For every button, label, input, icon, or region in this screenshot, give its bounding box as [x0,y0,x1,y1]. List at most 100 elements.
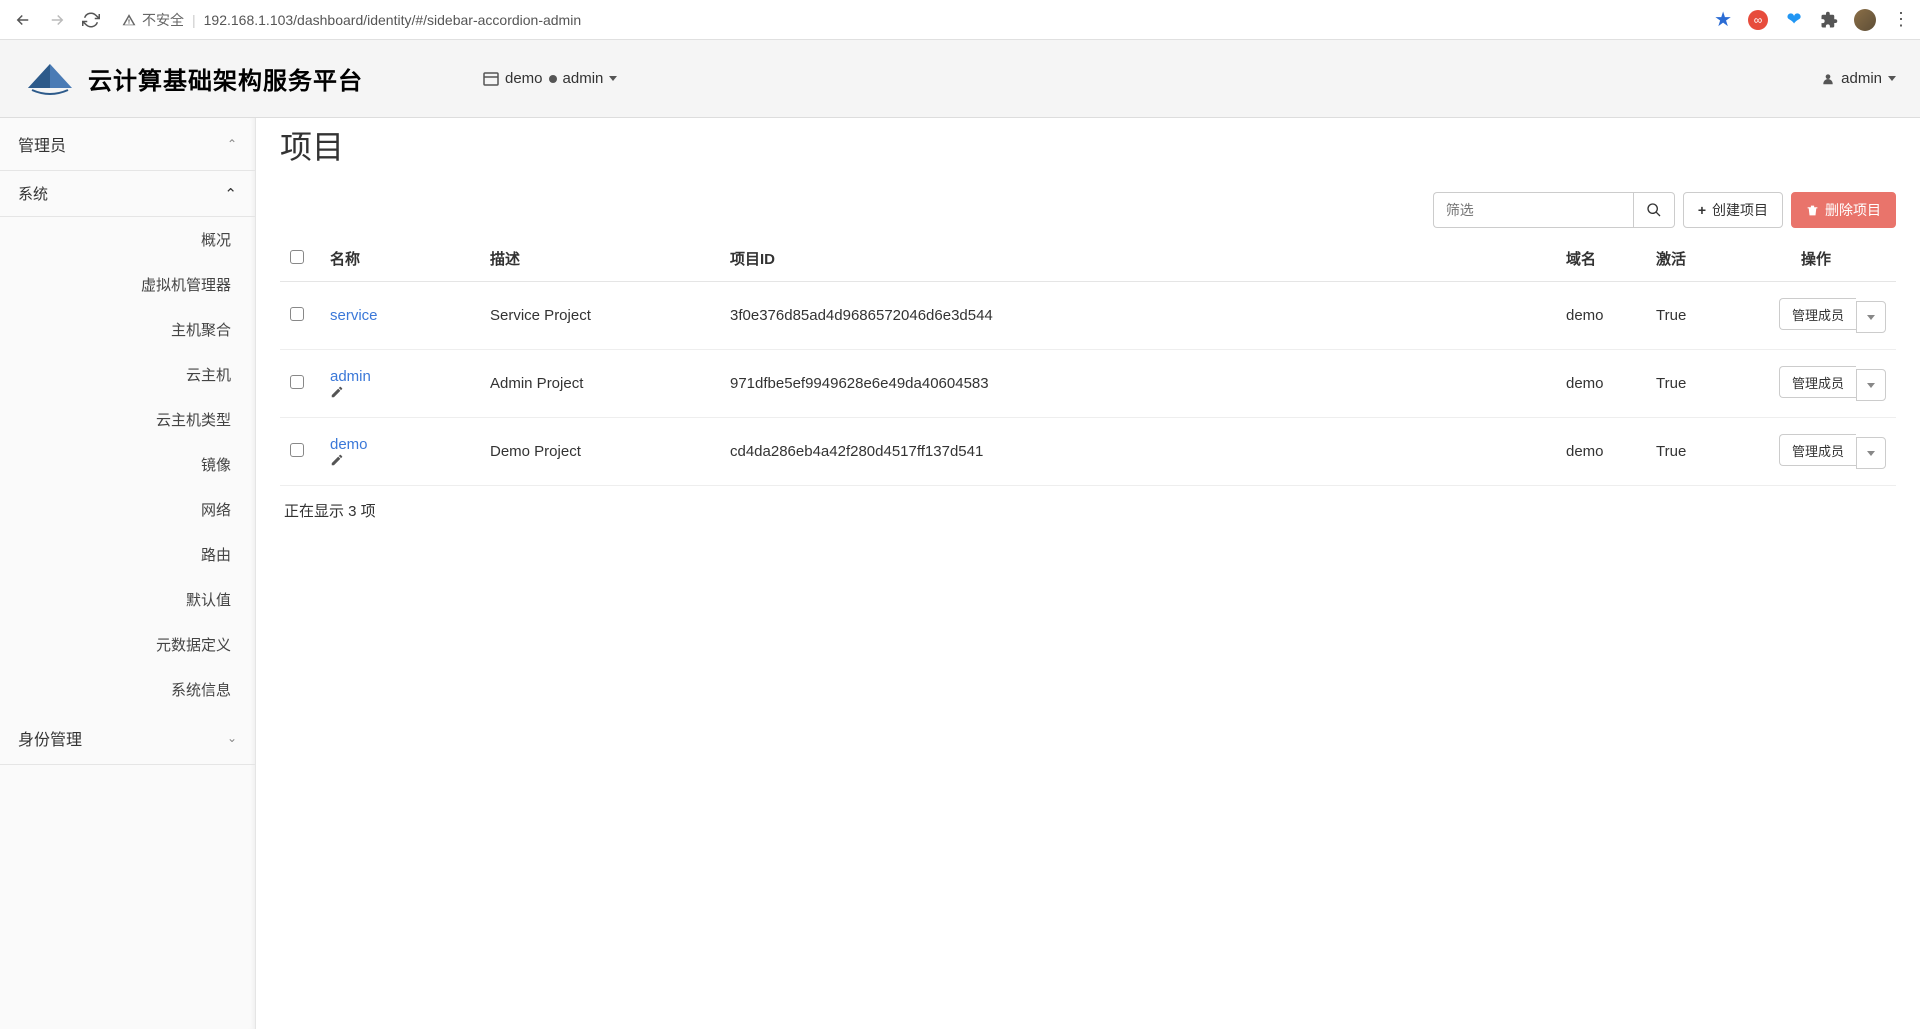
profile-avatar[interactable] [1854,9,1876,31]
browser-menu-icon[interactable]: ⋮ [1892,9,1908,30]
cell-active: True [1646,282,1736,350]
cell-id: cd4da286eb4a42f280d4517ff137d541 [720,418,1556,486]
brand-text: 云计算基础架构服务平台 [88,61,363,96]
project-name-link[interactable]: service [330,307,378,324]
sidebar-section-admin[interactable]: 管理员 ⌃ [0,118,255,171]
user-icon [1821,72,1835,86]
sidebar-item[interactable]: 虚拟机管理器 [0,262,255,307]
table-row: service Service Project3f0e376d85ad4d968… [280,282,1896,350]
col-actions: 操作 [1736,236,1896,282]
back-button[interactable] [12,9,34,31]
forward-button[interactable] [46,9,68,31]
sidebar-identity-label: 身份管理 [18,726,82,750]
filter-input[interactable] [1433,192,1633,228]
manage-members-button[interactable]: 管理成员 [1779,298,1856,330]
table-row: admin Admin Project971dfbe5ef9949628e6e4… [280,350,1896,418]
caret-down-icon [1888,76,1896,81]
project-name-link[interactable]: demo [330,436,368,453]
chevron-down-icon: ⌄ [227,731,237,745]
sidebar-item[interactable]: 网络 [0,487,255,532]
manage-members-button[interactable]: 管理成员 [1779,366,1856,398]
cell-active: True [1646,350,1736,418]
user-label: admin [1841,70,1882,87]
chevron-up-icon: ⌃ [224,185,237,203]
cell-domain: demo [1556,282,1646,350]
table-row: demo Demo Projectcd4da286eb4a42f280d4517… [280,418,1896,486]
table-footer: 正在显示 3 项 [280,486,1896,535]
logo[interactable]: 云计算基础架构服务平台 [24,58,363,100]
bookmark-star-icon[interactable]: ★ [1714,7,1732,32]
page-title: 项目 [280,118,1896,192]
delete-label: 删除项目 [1825,200,1881,220]
caret-down-icon [609,76,617,81]
col-domain[interactable]: 域名 [1556,236,1646,282]
extension-icon-1[interactable]: ∞ [1748,10,1768,30]
context-domain: admin [563,70,604,87]
address-bar[interactable]: 不安全 | 192.168.1.103/dashboard/identity/#… [114,10,1702,30]
reload-button[interactable] [80,9,102,31]
caret-down-icon [1867,451,1875,456]
url-text: 192.168.1.103/dashboard/identity/#/sideb… [204,12,581,28]
caret-down-icon [1867,315,1875,320]
row-actions-dropdown[interactable] [1856,437,1886,469]
cell-active: True [1646,418,1736,486]
browser-toolbar: 不安全 | 192.168.1.103/dashboard/identity/#… [0,0,1920,40]
edit-icon[interactable] [330,385,470,399]
row-actions-dropdown[interactable] [1856,369,1886,401]
col-desc[interactable]: 描述 [480,236,720,282]
context-project: demo [505,70,543,87]
plus-icon: + [1698,202,1706,218]
sidebar-item[interactable]: 概况 [0,217,255,262]
sidebar-item[interactable]: 默认值 [0,577,255,622]
app-header: 云计算基础架构服务平台 demo admin admin [0,40,1920,118]
cell-id: 3f0e376d85ad4d9686572046d6e3d544 [720,282,1556,350]
sidebar-item[interactable]: 云主机类型 [0,397,255,442]
main-content: 项目 + 创建项目 删除项目 名称 描述 [256,118,1920,1029]
cell-desc: Demo Project [480,418,720,486]
trash-icon [1806,204,1819,217]
chevron-up-icon: ⌃ [227,137,237,151]
extensions-icon[interactable] [1820,11,1838,29]
extension-icon-2[interactable]: ❤ [1784,10,1804,30]
toolbar: + 创建项目 删除项目 [280,192,1896,228]
cell-desc: Admin Project [480,350,720,418]
sidebar-item[interactable]: 路由 [0,532,255,577]
warning-icon [122,13,136,27]
cell-domain: demo [1556,350,1646,418]
sidebar-section-system[interactable]: 系统 ⌃ [0,171,255,217]
manage-members-button[interactable]: 管理成员 [1779,434,1856,466]
col-active[interactable]: 激活 [1646,236,1736,282]
user-menu[interactable]: admin [1821,70,1896,87]
row-checkbox[interactable] [290,375,304,389]
create-project-button[interactable]: + 创建项目 [1683,192,1783,228]
sidebar-item[interactable]: 镜像 [0,442,255,487]
sidebar-section-identity[interactable]: 身份管理 ⌄ [0,712,255,765]
row-checkbox[interactable] [290,443,304,457]
col-name[interactable]: 名称 [320,236,480,282]
create-label: 创建项目 [1712,200,1768,220]
sidebar-item[interactable]: 主机聚合 [0,307,255,352]
projects-table: 名称 描述 项目ID 域名 激活 操作 service Service Proj… [280,236,1896,486]
sidebar-item[interactable]: 元数据定义 [0,622,255,667]
sidebar-item[interactable]: 系统信息 [0,667,255,712]
sidebar-item[interactable]: 云主机 [0,352,255,397]
separator-dot [549,75,557,83]
search-icon [1646,202,1662,218]
project-icon [483,72,499,86]
col-id[interactable]: 项目ID [720,236,1556,282]
project-name-link[interactable]: admin [330,368,371,385]
edit-icon[interactable] [330,453,470,467]
context-switcher[interactable]: demo admin [483,70,617,87]
row-checkbox[interactable] [290,307,304,321]
sidebar: 管理员 ⌃ 系统 ⌃ 概况虚拟机管理器主机聚合云主机云主机类型镜像网络路由默认值… [0,118,256,1029]
cell-domain: demo [1556,418,1646,486]
cell-desc: Service Project [480,282,720,350]
security-indicator: 不安全 [122,10,184,30]
filter-button[interactable] [1633,192,1675,228]
delete-project-button[interactable]: 删除项目 [1791,192,1896,228]
select-all-checkbox[interactable] [290,250,304,264]
insecure-label: 不安全 [142,10,184,30]
logo-icon [24,58,76,100]
row-actions-dropdown[interactable] [1856,301,1886,333]
cell-id: 971dfbe5ef9949628e6e49da40604583 [720,350,1556,418]
